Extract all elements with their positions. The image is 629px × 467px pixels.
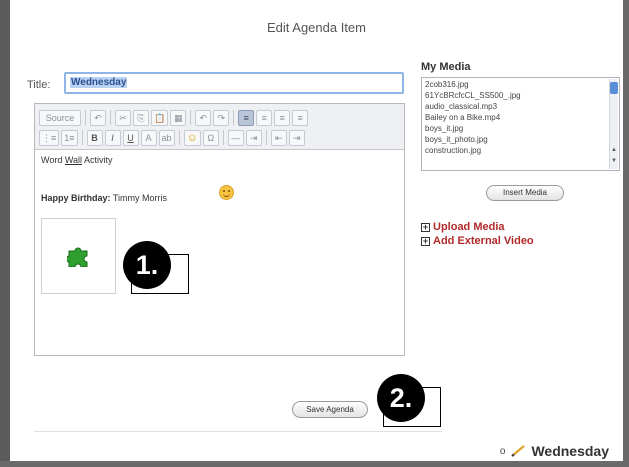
align-right-icon[interactable]: ≡ xyxy=(274,109,291,126)
media-item[interactable]: audio_classical.mp3 xyxy=(425,102,497,111)
scrollbar-thumb[interactable] xyxy=(610,82,618,94)
day-bullet: o xyxy=(499,445,506,457)
embedded-image[interactable] xyxy=(41,218,116,294)
pencil-icon xyxy=(511,445,526,457)
toolbar-separator xyxy=(110,110,111,125)
toolbar-row-1: Source ↶ ✂ ⎘ 📋 ▦ ↶ ↷ ≡ ≡ ≡ ≡ xyxy=(39,108,309,127)
media-item[interactable]: boys_it.jpg xyxy=(425,124,463,133)
expand-plus-icon: + xyxy=(421,235,430,246)
add-external-video-link[interactable]: + Add External Video xyxy=(421,235,534,247)
content-line-word-wall: Word Wall Activity xyxy=(41,155,113,165)
day-tab[interactable]: o Wednesday xyxy=(500,443,609,459)
bulleted-list-icon[interactable]: ⋮≡ xyxy=(39,129,60,146)
indent-icon[interactable]: ⇥ xyxy=(245,129,262,146)
copy-icon[interactable]: ⎘ xyxy=(133,109,149,126)
horizontal-rule-icon[interactable]: — xyxy=(227,129,244,146)
outdent-icon[interactable]: ⇤ xyxy=(270,129,287,146)
block-icon[interactable]: ⇥ xyxy=(288,129,305,146)
text-color-icon[interactable]: A xyxy=(140,129,157,146)
undo-paste-icon[interactable]: ↶ xyxy=(90,109,106,126)
add-external-video-label: Add External Video xyxy=(433,235,534,247)
media-item[interactable]: construction.jpg xyxy=(425,146,481,155)
editor-content-area[interactable]: Word Wall Activity Happy Birthday: Timmy… xyxy=(35,151,404,355)
scroll-up-arrow-icon[interactable]: ▲ xyxy=(611,147,617,153)
smiley-icon[interactable]: ☺ xyxy=(183,129,201,146)
smiley-emoticon-icon xyxy=(219,185,234,200)
italic-button[interactable]: I xyxy=(104,129,121,146)
footer-divider xyxy=(34,431,442,432)
numbered-list-icon[interactable]: 1≡ xyxy=(61,129,78,146)
media-listbox[interactable]: 2cob316.jpg 61YcBRcfcCL_SS500_.jpg audio… xyxy=(421,77,620,171)
title-input-value: Wednesday xyxy=(70,77,128,88)
annotation-badge-2: 2. xyxy=(377,374,425,422)
content-line-birthday: Happy Birthday: Timmy Morris xyxy=(41,193,168,203)
toolbar-row-2: ⋮≡ 1≡ B I U A ab ☺ Ω — ⇥ ⇤ ⇥ xyxy=(39,128,305,147)
cut-icon[interactable]: ✂ xyxy=(115,109,131,126)
media-item[interactable]: Bailey on a Bike.mp4 xyxy=(425,113,500,122)
media-item[interactable]: 61YcBRcfcCL_SS500_.jpg xyxy=(425,91,521,100)
day-label: Wednesday xyxy=(531,443,609,459)
media-item[interactable]: 2cob316.jpg xyxy=(425,80,469,89)
annotation-badge-1: 1. xyxy=(123,241,171,289)
rich-text-editor[interactable]: Source ↶ ✂ ⎘ 📋 ▦ ↶ ↷ ≡ ≡ ≡ ≡ ⋮≡ 1≡ B I U… xyxy=(34,103,405,356)
align-center-icon[interactable]: ≡ xyxy=(256,109,273,126)
redo-icon[interactable]: ↷ xyxy=(213,109,230,126)
window-frame-left xyxy=(0,0,10,467)
toolbar-separator xyxy=(178,130,180,145)
window-frame-bottom xyxy=(0,461,629,467)
align-left-icon[interactable]: ≡ xyxy=(238,109,255,126)
window-frame-right xyxy=(623,0,629,467)
dialog-title: Edit Agenda Item xyxy=(266,20,366,35)
special-char-icon[interactable]: Ω xyxy=(202,129,219,146)
puzzle-piece-icon xyxy=(67,247,88,267)
media-item[interactable]: boys_it_photo.jpg xyxy=(425,135,488,144)
my-media-title: My Media xyxy=(421,61,471,73)
title-input[interactable]: Wednesday xyxy=(64,72,404,94)
paste-word-icon[interactable]: ▦ xyxy=(170,109,187,126)
scroll-down-arrow-icon[interactable]: ▼ xyxy=(611,158,617,164)
background-color-icon[interactable]: ab xyxy=(158,129,175,146)
insert-media-button[interactable]: Insert Media xyxy=(486,185,564,201)
title-label: Title: xyxy=(27,79,51,91)
undo-icon[interactable]: ↶ xyxy=(195,109,212,126)
align-justify-icon[interactable]: ≡ xyxy=(292,109,309,126)
paste-icon[interactable]: 📋 xyxy=(151,109,169,126)
toolbar-separator xyxy=(190,110,192,125)
edit-agenda-dialog: Edit Agenda Item Title: Wednesday Source… xyxy=(10,0,623,461)
toolbar-separator xyxy=(233,110,235,125)
source-button[interactable]: Source xyxy=(39,109,81,126)
toolbar-separator xyxy=(81,130,83,145)
upload-media-label: Upload Media xyxy=(433,221,505,233)
underline-button[interactable]: U xyxy=(122,129,139,146)
media-scrollbar[interactable]: ▲ ▼ xyxy=(609,79,618,169)
save-agenda-button[interactable]: Save Agenda xyxy=(292,401,368,418)
upload-media-link[interactable]: + Upload Media xyxy=(421,221,505,233)
toolbar-separator xyxy=(222,130,224,145)
toolbar-separator xyxy=(85,110,86,125)
expand-plus-icon: + xyxy=(421,221,430,232)
toolbar-separator xyxy=(265,130,267,145)
bold-button[interactable]: B xyxy=(86,129,103,146)
editor-toolbar: Source ↶ ✂ ⎘ 📋 ▦ ↶ ↷ ≡ ≡ ≡ ≡ ⋮≡ 1≡ B I U… xyxy=(35,104,404,150)
